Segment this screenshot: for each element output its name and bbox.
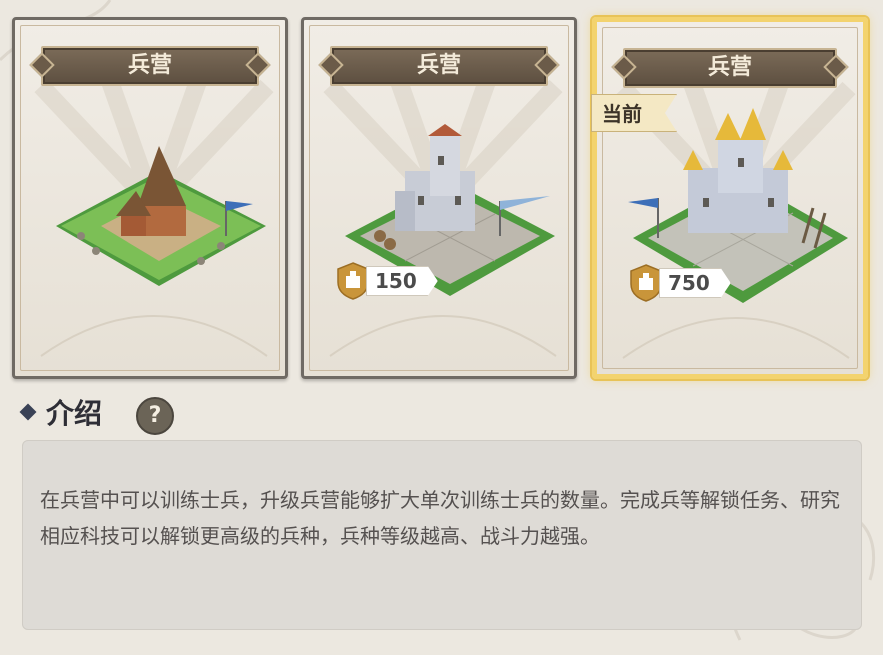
help-icon[interactable]: ? <box>136 397 174 435</box>
diamond-bullet-icon <box>19 403 37 421</box>
cost-value: 750 <box>659 268 731 298</box>
barracks-level-2-icon <box>345 124 555 296</box>
building-card-level-2[interactable]: 兵营 150 <box>301 17 577 379</box>
description-text: 在兵营中可以训练士兵，升级兵营能够扩大单次训练士兵的数量。完成兵等解锁任务、研究… <box>40 488 840 548</box>
building-card-level-1[interactable]: 兵营 <box>12 17 288 379</box>
fortress-shield-icon <box>337 262 369 300</box>
card-title: 兵营 <box>41 46 259 86</box>
building-card-level-3[interactable]: 兵营 750 当前 <box>591 17 868 379</box>
card-title: 兵营 <box>330 46 548 86</box>
card-title: 兵营 <box>623 48 837 88</box>
description-panel: 在兵营中可以训练士兵，升级兵营能够扩大单次训练士兵的数量。完成兵等解锁任务、研究… <box>22 440 862 630</box>
barracks-level-1-icon <box>56 146 266 286</box>
intro-title-text: 介绍 <box>46 397 103 430</box>
barracks-level-3-icon <box>628 108 848 303</box>
fortress-shield-icon <box>630 264 662 302</box>
intro-heading: 介绍 <box>19 394 103 434</box>
cost-value: 150 <box>366 266 438 296</box>
current-level-tag: 当前 <box>591 94 677 132</box>
